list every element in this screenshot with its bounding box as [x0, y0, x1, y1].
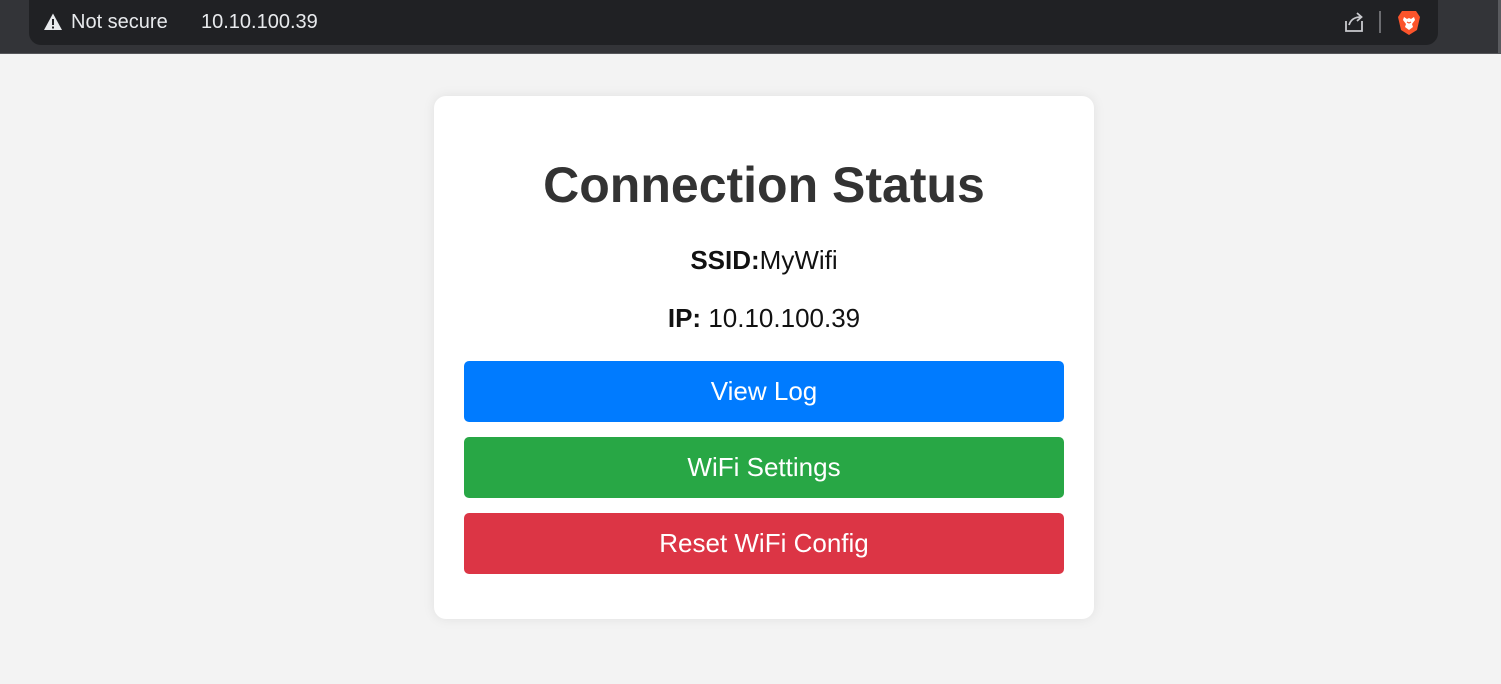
reset-wifi-config-button[interactable]: Reset WiFi Config: [464, 513, 1064, 574]
view-log-button[interactable]: View Log: [464, 361, 1064, 422]
warning-triangle-icon[interactable]: [43, 12, 63, 32]
share-icon[interactable]: [1342, 10, 1366, 34]
url-text[interactable]: 10.10.100.39: [201, 10, 318, 34]
security-status-label[interactable]: Not secure: [71, 10, 168, 34]
ip-value: 10.10.100.39: [708, 303, 861, 333]
page-title: Connection Status: [543, 157, 985, 213]
toolbar-divider: [1379, 11, 1381, 33]
brave-lion-icon[interactable]: [1396, 9, 1422, 36]
wifi-settings-button[interactable]: WiFi Settings: [464, 437, 1064, 498]
ssid-value: MyWifi: [759, 245, 838, 275]
ssid-line: SSID:MyWifi: [0, 244, 1501, 276]
ip-line: IP: 10.10.100.39: [0, 302, 1501, 334]
browser-toolbar: Not secure 10.10.100.39: [0, 0, 1501, 54]
ip-label: IP:: [667, 303, 702, 333]
ssid-label: SSID:: [690, 245, 760, 275]
